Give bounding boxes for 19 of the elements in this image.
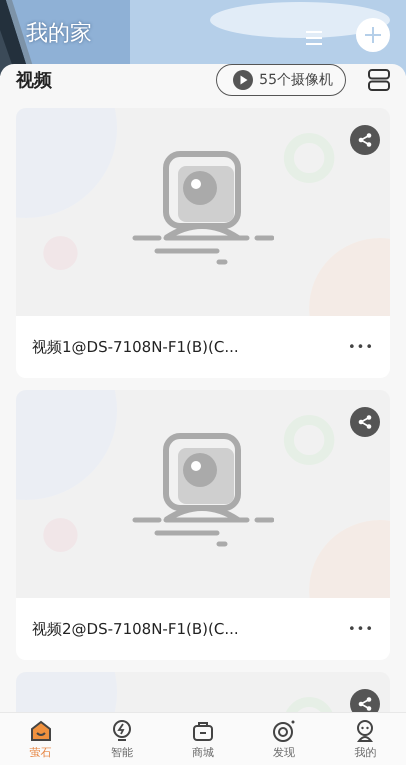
nav-tab[interactable]: 商城 <box>162 713 244 765</box>
more-button[interactable]: ••• <box>348 622 374 636</box>
nav-tab[interactable]: 智能 <box>81 713 162 765</box>
share-icon <box>357 132 373 148</box>
nav-tab[interactable]: 我的 <box>324 713 406 765</box>
more-button[interactable]: ••• <box>348 340 374 354</box>
play-icon <box>233 70 254 90</box>
camera-lens-icon <box>271 718 298 742</box>
layout-toggle-icon[interactable] <box>368 69 390 91</box>
section-title: 视频 <box>16 69 53 92</box>
share-icon <box>357 414 373 430</box>
camera-name: 视频2@DS-7108N-F1(B)(C... <box>32 620 240 638</box>
home-title: 我的家 <box>26 20 93 48</box>
camera-name: 视频1@DS-7108N-F1(B)(C... <box>32 338 240 356</box>
nav-tab[interactable]: 发现 <box>244 713 325 765</box>
camera-card[interactable]: 视频1@DS-7108N-F1(B)(C... ••• <box>16 108 390 378</box>
camera-count-button[interactable]: 55个摄像机 <box>216 64 346 96</box>
plus-icon <box>364 26 382 44</box>
camera-card[interactable]: 视频2@DS-7108N-F1(B)(C... ••• <box>16 390 390 660</box>
